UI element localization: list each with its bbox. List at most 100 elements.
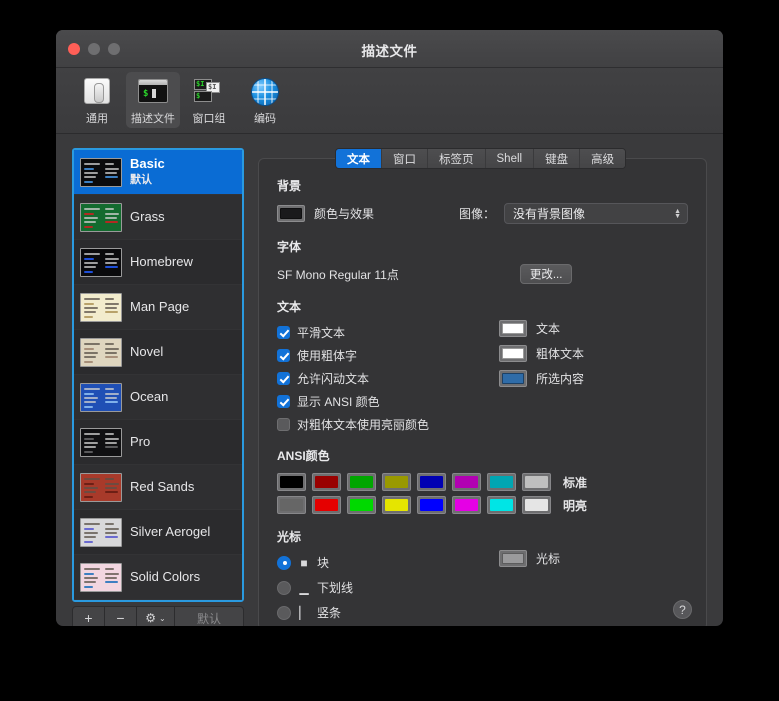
toolbar-item-window-groups[interactable]: $I $I $ 窗口组	[182, 72, 236, 128]
profile-list-item[interactable]: Ocean	[74, 375, 242, 420]
ansi-color-swatch[interactable]	[347, 496, 376, 514]
profile-name: Solid Colors	[130, 570, 200, 585]
toolbar-label-profiles: 描述文件	[131, 110, 175, 126]
profile-thumbnail	[80, 428, 122, 457]
help-button[interactable]: ?	[673, 600, 692, 619]
profiles-sidebar: Basic默认GrassHomebrewMan Page Novel Ocean Pr…	[72, 148, 244, 626]
font-value: SF Mono Regular 11点	[277, 266, 399, 283]
checkbox[interactable]	[277, 372, 290, 385]
ansi-color-swatch[interactable]	[417, 473, 446, 491]
cursor-shape-icon: ▏	[298, 606, 310, 620]
tab-3[interactable]: Shell	[486, 149, 535, 168]
tab-0[interactable]: 文本	[336, 149, 382, 168]
toolbar-item-general[interactable]: 通用	[70, 72, 124, 128]
profile-list-item[interactable]: Homebrew	[74, 240, 242, 285]
profile-name: Novel	[130, 345, 163, 360]
checkbox[interactable]	[277, 326, 290, 339]
color-swatch[interactable]	[499, 370, 527, 387]
radio-button[interactable]	[277, 556, 291, 570]
profile-list-item[interactable]: Man Page	[74, 285, 242, 330]
toolbar-item-encodings[interactable]: 编码	[238, 72, 292, 128]
text-option-row[interactable]: 显示 ANSI 颜色	[277, 393, 688, 410]
ansi-color-swatch[interactable]	[277, 473, 306, 491]
color-swatch-label: 文本	[536, 320, 560, 337]
toolbar-label-encodings: 编码	[254, 110, 276, 126]
gear-icon: ⚙	[145, 611, 156, 625]
cursor-option-row[interactable]: ■块	[277, 554, 688, 571]
background-image-value: 没有背景图像	[513, 205, 585, 222]
text-option-label: 平滑文本	[297, 324, 345, 341]
ansi-color-grid: 标准明亮	[277, 473, 688, 514]
ansi-color-swatch[interactable]	[312, 473, 341, 491]
ansi-color-swatch[interactable]	[312, 496, 341, 514]
profile-name: Ocean	[130, 390, 168, 405]
ansi-color-swatch[interactable]	[452, 473, 481, 491]
text-color-group: 文本粗体文本所选内容	[499, 320, 584, 387]
profile-list-item[interactable]: Pro	[74, 420, 242, 465]
tab-5[interactable]: 高级	[580, 149, 625, 168]
text-color-row: 所选内容	[499, 370, 584, 387]
general-switch-icon	[81, 76, 113, 106]
text-color-row: 文本	[499, 320, 584, 337]
ansi-color-swatch[interactable]	[452, 496, 481, 514]
ansi-color-swatch[interactable]	[382, 473, 411, 491]
ansi-color-swatch[interactable]	[487, 473, 516, 491]
ansi-color-swatch[interactable]	[417, 496, 446, 514]
cursor-radio-group: ■块 ▁下划线 ▏竖条	[277, 554, 688, 621]
profile-list-item[interactable]: Grass	[74, 195, 242, 240]
text-option-row[interactable]: 平滑文本	[277, 324, 688, 341]
ansi-section-title: ANSI颜色	[277, 447, 688, 464]
ansi-color-swatch[interactable]	[277, 496, 306, 514]
text-option-row[interactable]: 对粗体文本使用亮丽颜色	[277, 416, 688, 433]
text-section-title: 文本	[277, 298, 688, 315]
profile-list-item[interactable]: Red Sands	[74, 465, 242, 510]
cursor-option-row[interactable]: ▏竖条	[277, 604, 688, 621]
cursor-color-label: 光标	[536, 550, 560, 567]
profile-list-item[interactable]: Basic默认	[74, 150, 242, 195]
change-font-button[interactable]: 更改...	[520, 264, 573, 284]
globe-icon	[249, 76, 281, 106]
profile-list-item[interactable]: Solid Colors	[74, 555, 242, 600]
profile-thumbnail	[80, 563, 122, 592]
text-option-row[interactable]: 允许闪动文本	[277, 370, 688, 387]
profile-list[interactable]: Basic默认GrassHomebrewMan Page Novel Ocean Pr…	[72, 148, 244, 602]
terminal-window-icon: $	[137, 76, 169, 106]
preferences-window: 描述文件 通用 $ 描述文件 $I $I $ 窗口组 编码	[56, 30, 723, 626]
color-swatch[interactable]	[499, 320, 527, 337]
background-color-swatch[interactable]	[277, 205, 305, 222]
checkbox[interactable]	[277, 395, 290, 408]
cursor-option-row[interactable]: ▁下划线	[277, 579, 688, 596]
text-option-row[interactable]: 使用粗体字	[277, 347, 688, 364]
profile-thumbnail	[80, 158, 122, 187]
set-default-button[interactable]: 默认	[175, 607, 243, 626]
toolbar-item-profiles[interactable]: $ 描述文件	[126, 72, 180, 128]
profile-list-item[interactable]: Novel	[74, 330, 242, 375]
remove-profile-button[interactable]: −	[105, 607, 137, 626]
add-profile-button[interactable]: +	[73, 607, 105, 626]
checkbox[interactable]	[277, 349, 290, 362]
cursor-color-row: 光标	[499, 550, 560, 567]
checkbox[interactable]	[277, 418, 290, 431]
tab-4[interactable]: 键盘	[534, 149, 580, 168]
cursor-color-swatch[interactable]	[499, 550, 527, 567]
ansi-section: ANSI颜色 标准明亮	[277, 447, 688, 514]
ansi-color-swatch[interactable]	[487, 496, 516, 514]
ansi-color-swatch[interactable]	[522, 473, 551, 491]
color-swatch[interactable]	[499, 345, 527, 362]
ansi-color-swatch[interactable]	[522, 496, 551, 514]
profile-list-item[interactable]: Silver Aerogel	[74, 510, 242, 555]
ansi-color-swatch[interactable]	[347, 473, 376, 491]
ansi-color-swatch[interactable]	[382, 496, 411, 514]
radio-button[interactable]	[277, 606, 291, 620]
background-image-select[interactable]: 没有背景图像 ▲▼	[504, 203, 688, 224]
profile-thumbnail	[80, 383, 122, 412]
profile-actions-button[interactable]: ⚙ ⌄	[137, 607, 175, 626]
text-settings-panel: 背景 颜色与效果 图像： 没有背景图像 ▲▼	[258, 158, 707, 626]
cursor-shape-icon: ■	[298, 556, 310, 570]
text-color-row: 粗体文本	[499, 345, 584, 362]
tab-1[interactable]: 窗口	[382, 149, 428, 168]
font-section: 字体 SF Mono Regular 11点 更改...	[277, 238, 688, 284]
tab-2[interactable]: 标签页	[428, 149, 486, 168]
text-checkbox-group: 平滑文本使用粗体字允许闪动文本显示 ANSI 颜色对粗体文本使用亮丽颜色	[277, 324, 688, 433]
radio-button[interactable]	[277, 581, 291, 595]
